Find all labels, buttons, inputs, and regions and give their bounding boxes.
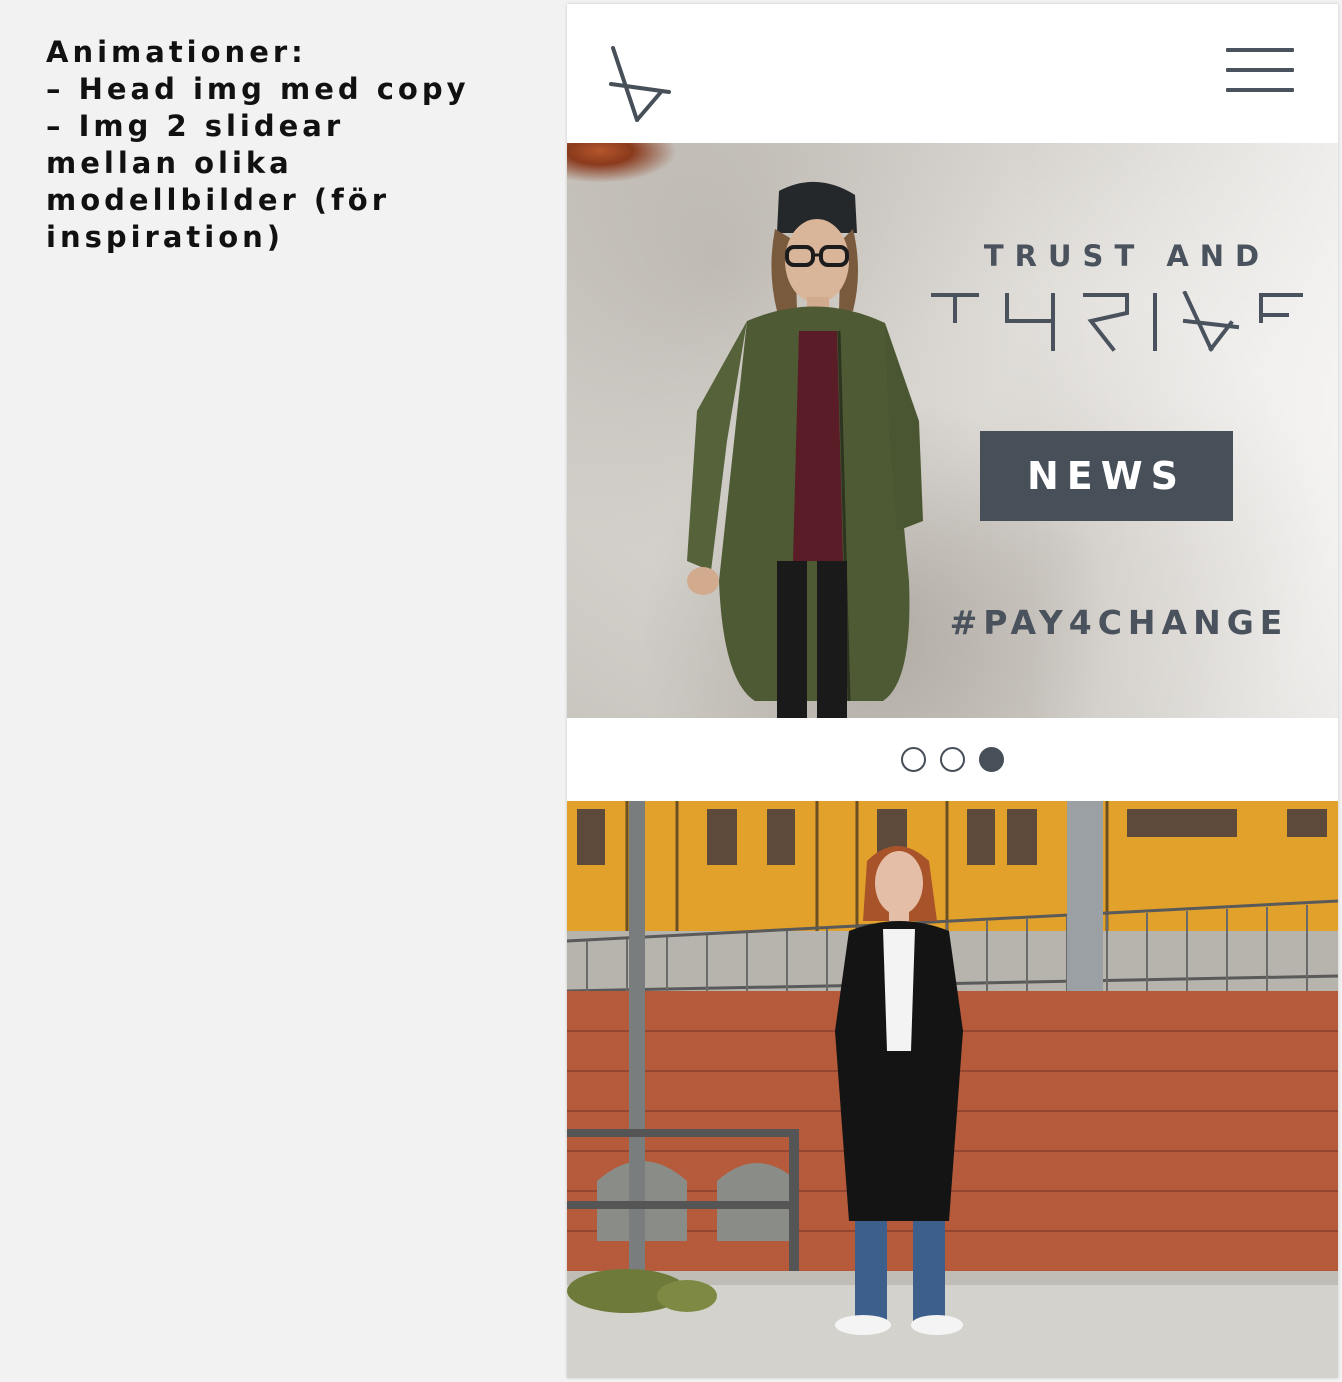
hero-eyebrow: TRUST AND: [983, 239, 1271, 273]
menu-bar: [1226, 48, 1294, 52]
menu-bar: [1226, 68, 1294, 72]
hero-model-image: [687, 181, 923, 718]
hamburger-menu-icon[interactable]: [1226, 46, 1294, 94]
note-line: inspiration): [46, 220, 285, 254]
carousel-dot[interactable]: [940, 747, 965, 772]
mobile-mockup: TRUST AND NEWS #PAY4CHANGE: [567, 4, 1338, 1378]
note-line: modellbilder (för: [46, 183, 391, 217]
news-button[interactable]: NEWS: [980, 431, 1233, 521]
carousel-dot[interactable]: [901, 747, 926, 772]
note-line: – Img 2 slidear: [46, 109, 345, 143]
menu-bar: [1226, 88, 1294, 92]
site-header: [567, 4, 1338, 143]
brand-logo-icon[interactable]: [609, 46, 671, 122]
model-photo: [567, 801, 1338, 1378]
model-slider-image: [567, 801, 1338, 1378]
hero-banner: TRUST AND NEWS #PAY4CHANGE: [567, 143, 1338, 718]
carousel-dot-active[interactable]: [979, 747, 1004, 772]
thrive-wordmark-icon: [931, 291, 1303, 352]
note-line: – Head img med copy: [46, 72, 470, 106]
annotation-notes: Animationer: – Head img med copy – Img 2…: [46, 34, 516, 256]
note-line: mellan olika: [46, 146, 293, 180]
carousel-indicators: [567, 718, 1338, 801]
hero-hashtag: #PAY4CHANGE: [949, 603, 1289, 642]
note-line: Animationer:: [46, 35, 307, 69]
hero-copy: TRUST AND: [917, 239, 1317, 353]
